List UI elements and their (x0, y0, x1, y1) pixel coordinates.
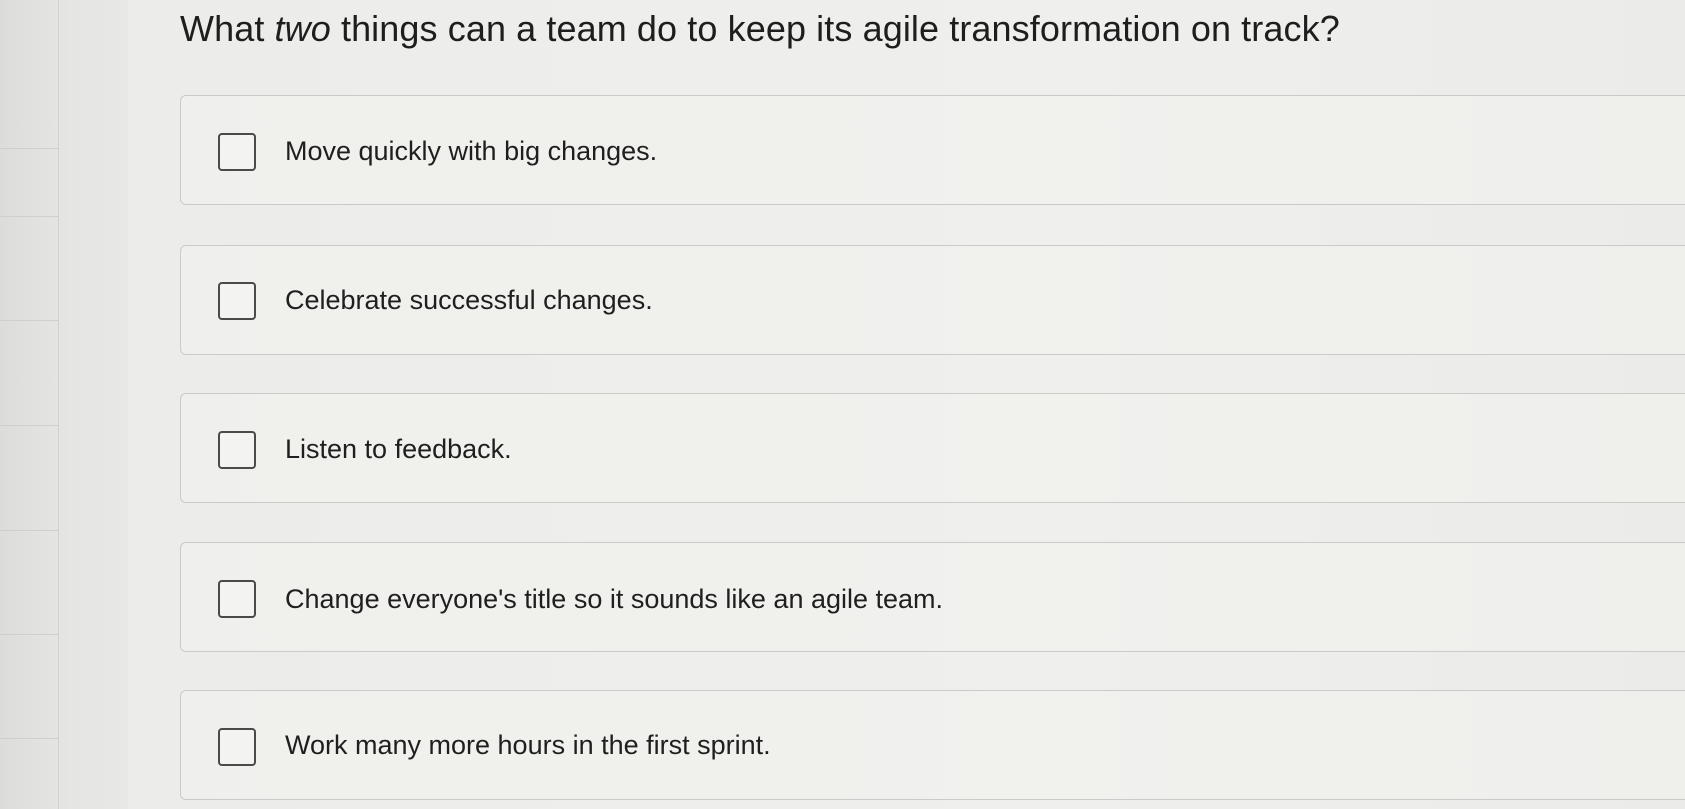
question-title: What two things can a team do to keep it… (180, 8, 1340, 50)
answer-option-1[interactable]: Move quickly with big changes. (180, 95, 1685, 205)
left-gutter (0, 0, 128, 809)
answer-option-4[interactable]: Change everyone's title so it sounds lik… (180, 542, 1685, 652)
option-label: Work many more hours in the first sprint… (285, 730, 771, 760)
question-prefix: What (180, 8, 275, 49)
option-checkbox[interactable] (218, 133, 256, 171)
option-label: Celebrate successful changes. (285, 285, 653, 315)
gutter-line (0, 320, 58, 321)
question-suffix: things can a team do to keep its agile t… (330, 8, 1340, 49)
gutter-line (0, 738, 58, 739)
gutter-line (0, 216, 58, 217)
option-checkbox[interactable] (218, 282, 256, 320)
option-label: Listen to feedback. (285, 434, 512, 464)
option-label: Move quickly with big changes. (285, 136, 658, 166)
gutter-line (0, 148, 58, 149)
gutter-divider (58, 0, 59, 809)
gutter-line (0, 425, 58, 426)
question-emphasis: two (274, 8, 331, 49)
gutter-line (0, 634, 58, 635)
option-checkbox[interactable] (218, 580, 256, 618)
answer-option-5[interactable]: Work many more hours in the first sprint… (180, 690, 1685, 800)
option-checkbox[interactable] (218, 728, 256, 766)
answer-option-2[interactable]: Celebrate successful changes. (180, 245, 1685, 355)
gutter-line (0, 530, 58, 531)
option-label: Change everyone's title so it sounds lik… (285, 584, 944, 614)
option-checkbox[interactable] (218, 431, 256, 469)
answer-option-3[interactable]: Listen to feedback. (180, 393, 1685, 503)
